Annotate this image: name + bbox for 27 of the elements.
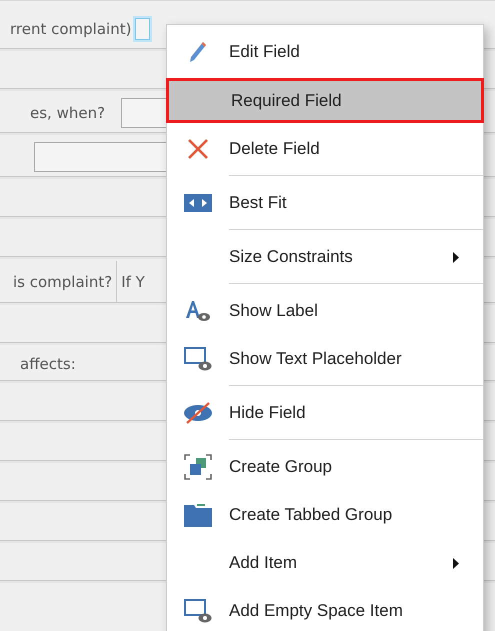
letter-eye-icon [185,300,211,322]
menu-item[interactable]: Hide Field [167,389,483,437]
close-icon [187,139,209,159]
eye-crossed-icon [183,402,213,424]
field-label: is complaint? [13,261,118,302]
arrows-icon [184,194,212,212]
field-label: If Y [121,272,145,290]
menu-item[interactable]: Required Field [166,78,484,123]
menu-item[interactable]: Create Group [167,443,483,491]
screen-eye-icon [184,347,212,371]
group-icon [184,454,212,480]
menu-item[interactable]: Add Item [167,539,483,587]
menu-item[interactable]: Add Empty Space Item [167,587,483,631]
checkbox[interactable] [135,18,150,40]
screen-eye-icon [184,599,212,623]
menu-item[interactable]: Delete Field [167,125,483,173]
menu-item[interactable]: Create Tabbed Group [167,491,483,539]
field-label: rrent complaint) [10,20,132,38]
menu-item[interactable]: Show Label [167,287,483,335]
pencil-icon [189,41,207,63]
field-label: es, when? [30,104,106,122]
folder-icon [184,503,212,527]
field-label: affects: [20,354,76,372]
menu-item[interactable]: Best Fit [167,179,483,227]
menu-item[interactable]: Size Constraints [167,233,483,281]
menu-item[interactable]: Show Text Placeholder [167,335,483,383]
menu-item[interactable]: Edit Field [167,28,483,76]
